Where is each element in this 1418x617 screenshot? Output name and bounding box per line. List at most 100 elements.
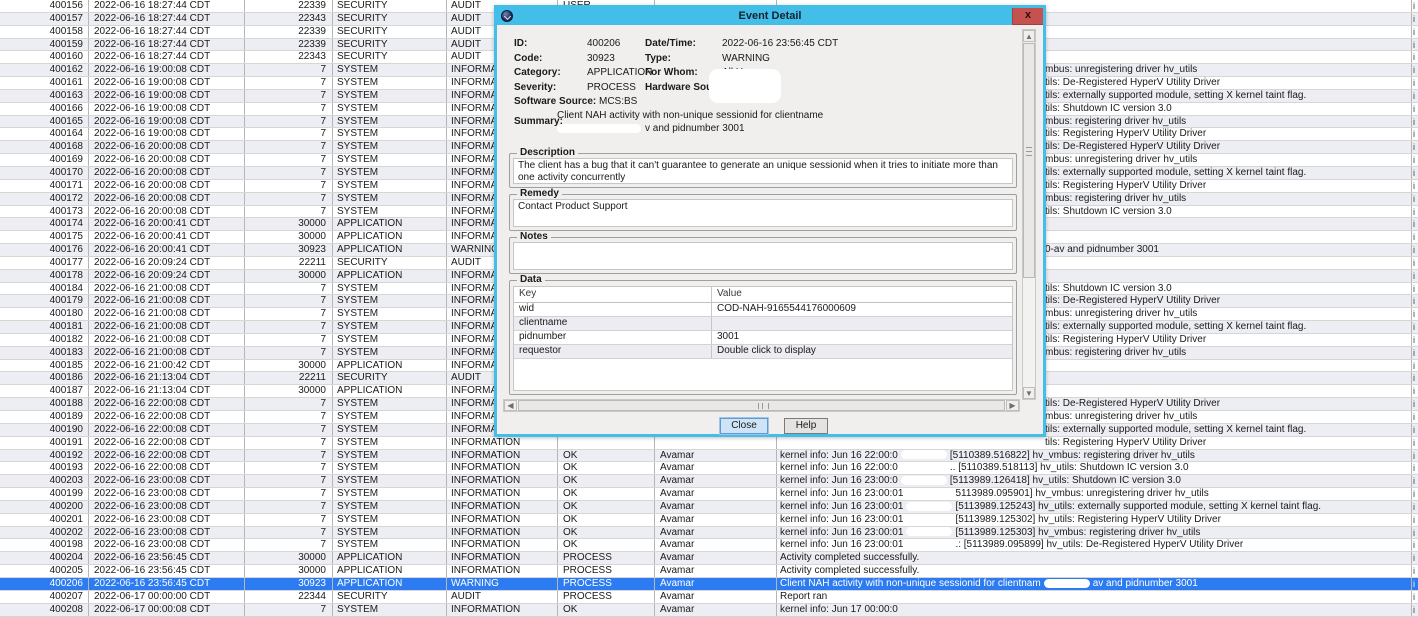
message-cell: kernel info: Jun 16 22:00:0.. [5110389.5…: [777, 462, 1412, 474]
message-cell: kernel info: Jun 17 00:00:0: [777, 604, 1412, 616]
code-value: 30923: [587, 53, 615, 64]
message-cell: kernel info: Jun 16 22:00:0[5110389.5168…: [777, 450, 1412, 462]
data-table-row[interactable]: pidnumber3001: [514, 331, 1012, 345]
scrollbar-grip-icon: [758, 403, 769, 409]
message-cell: kernel info: Jun 16 23:00:01.: [5113989.…: [777, 539, 1412, 551]
type-value: WARNING: [722, 53, 770, 64]
scrollbar-grip-icon: [1026, 147, 1032, 156]
redaction-blob: [557, 124, 641, 133]
data-table-row[interactable]: clientname: [514, 317, 1012, 331]
close-icon[interactable]: x: [1012, 8, 1043, 25]
help-button[interactable]: Help: [784, 418, 828, 434]
message-cell: kernel info: Jun 16 23:00:01[5113989.125…: [777, 501, 1412, 513]
vertical-scrollbar-thumb[interactable]: [1023, 43, 1035, 278]
data-value-cell: 3001: [712, 331, 1012, 344]
scroll-up-icon[interactable]: ▲: [1023, 30, 1035, 42]
software-source-value: MCS:BS: [599, 96, 637, 107]
table-row[interactable]: 4002032022-06-16 23:00:08 CDT7SYSTEMINFO…: [0, 475, 1418, 488]
redaction-blob: [906, 515, 952, 524]
remedy-field[interactable]: Contact Product Support: [513, 199, 1013, 227]
data-value-cell: [712, 317, 1012, 330]
datetime-value: 2022-06-16 23:56:45 CDT: [722, 38, 838, 49]
dialog-titlebar[interactable]: Event Detail x: [497, 8, 1043, 25]
notes-group: Notes: [509, 237, 1017, 274]
table-row[interactable]: 4001992022-06-16 23:00:08 CDT7SYSTEMINFO…: [0, 488, 1418, 501]
message-cell: Client NAH activity with non-unique sess…: [777, 578, 1412, 590]
table-row[interactable]: 4001982022-06-16 23:00:08 CDT7SYSTEMINFO…: [0, 539, 1418, 552]
redaction-blob: [906, 540, 952, 549]
message-cell: kernel info: Jun 16 23:00:01[5113989.125…: [777, 514, 1412, 526]
data-key-cell: requestor: [514, 345, 712, 358]
table-row[interactable]: 4002042022-06-16 23:56:45 CDT30000APPLIC…: [0, 552, 1418, 565]
description-field[interactable]: The client has a bug that it can't guara…: [513, 158, 1013, 184]
data-table-row[interactable]: widCOD-NAH-9165544176000609: [514, 303, 1012, 317]
summary-value: Client NAH activity with non-unique sess…: [557, 109, 823, 135]
message-cell: kernel info: Jun 16 23:00:01[5113989.125…: [777, 527, 1412, 539]
severity-label: Severity:: [514, 82, 556, 93]
table-row[interactable]: 4001932022-06-16 22:00:08 CDT7SYSTEMINFO…: [0, 462, 1418, 475]
scroll-right-icon[interactable]: ▶: [1006, 400, 1019, 411]
table-row[interactable]: 4002062022-06-16 23:56:45 CDT30923APPLIC…: [0, 578, 1418, 591]
data-key-cell: clientname: [514, 317, 712, 330]
description-group: Description The client has a bug that it…: [509, 153, 1017, 188]
summary-line2: v and pidnumber 3001: [645, 123, 745, 134]
id-value: 400206: [587, 38, 620, 49]
scroll-left-icon[interactable]: ◀: [504, 400, 517, 411]
forwhom-label: For Whom:: [645, 67, 698, 78]
key-column-header[interactable]: Key: [514, 287, 712, 302]
data-table-header: Key Value: [514, 287, 1012, 303]
table-row[interactable]: 4002052022-06-16 23:56:45 CDT30000APPLIC…: [0, 565, 1418, 578]
redaction-blob: [1044, 579, 1090, 588]
table-row[interactable]: 4002012022-06-16 23:00:08 CDT7SYSTEMINFO…: [0, 514, 1418, 527]
scroll-down-icon[interactable]: ▼: [1023, 387, 1035, 399]
notes-group-label: Notes: [517, 231, 551, 242]
summary-line1: Client NAH activity with non-unique sess…: [557, 109, 823, 122]
redaction-blob: [709, 69, 781, 103]
severity-value: PROCESS: [587, 82, 636, 93]
redaction-blob: [906, 502, 952, 511]
redaction-blob: [901, 450, 947, 459]
table-row[interactable]: 4002072022-06-17 00:00:00 CDT22344SECURI…: [0, 591, 1418, 604]
notes-field[interactable]: [513, 242, 1013, 270]
data-group: Data Key Value widCOD-NAH-91655441760006…: [509, 280, 1017, 395]
close-button[interactable]: Close: [720, 418, 768, 434]
software-source-label: Software Source:: [514, 96, 596, 107]
avamar-logo-icon: [501, 10, 513, 22]
horizontal-scrollbar[interactable]: ◀ ▶: [503, 399, 1020, 412]
message-cell: Report ran: [777, 591, 1412, 603]
dialog-content: ID: 400206 Date/Time: 2022-06-16 23:56:4…: [497, 25, 1043, 434]
redaction-blob: [906, 489, 952, 498]
data-key-cell: wid: [514, 303, 712, 316]
table-row[interactable]: 4002002022-06-16 23:00:08 CDT7SYSTEMINFO…: [0, 501, 1418, 514]
data-value-cell: Double click to display: [712, 345, 1012, 358]
summary-label: Summary:: [514, 116, 563, 127]
code-label: Code:: [514, 53, 542, 64]
type-label: Type:: [645, 53, 671, 64]
message-cell: Activity completed successfully.: [777, 565, 1412, 577]
redaction-blob: [901, 476, 947, 485]
message-cell: tils: Registering HyperV Utility Driver: [777, 437, 1412, 449]
event-detail-dialog: Event Detail x ID: 400206 Date/Time: 202…: [494, 5, 1046, 437]
remedy-group: Remedy Contact Product Support: [509, 194, 1017, 231]
data-group-label: Data: [517, 274, 545, 285]
horizontal-scrollbar-thumb[interactable]: [518, 400, 1005, 411]
table-row[interactable]: 4002022022-06-16 23:00:08 CDT7SYSTEMINFO…: [0, 527, 1418, 540]
remedy-group-label: Remedy: [517, 188, 562, 199]
data-key-cell: pidnumber: [514, 331, 712, 344]
message-cell: kernel info: Jun 16 23:00:015113989.0959…: [777, 488, 1412, 500]
dialog-title: Event Detail: [739, 10, 802, 22]
redaction-blob: [901, 463, 947, 472]
message-cell: Activity completed successfully.: [777, 552, 1412, 564]
category-value: APPLICATION: [587, 67, 652, 78]
description-group-label: Description: [517, 147, 578, 158]
data-key-value-table: Key Value widCOD-NAH-9165544176000609cli…: [513, 286, 1013, 391]
table-row[interactable]: 4001912022-06-16 22:00:08 CDT7SYSTEMINFO…: [0, 437, 1418, 450]
message-cell: kernel info: Jun 16 23:00:0[5113989.1264…: [777, 475, 1412, 487]
id-label: ID:: [514, 38, 527, 49]
value-column-header[interactable]: Value: [712, 287, 1012, 302]
datetime-label: Date/Time:: [645, 38, 696, 49]
data-table-row[interactable]: requestorDouble click to display: [514, 345, 1012, 359]
table-row[interactable]: 4001922022-06-16 22:00:08 CDT7SYSTEMINFO…: [0, 450, 1418, 463]
vertical-scrollbar[interactable]: ▲ ▼: [1022, 29, 1036, 400]
category-label: Category:: [514, 67, 561, 78]
